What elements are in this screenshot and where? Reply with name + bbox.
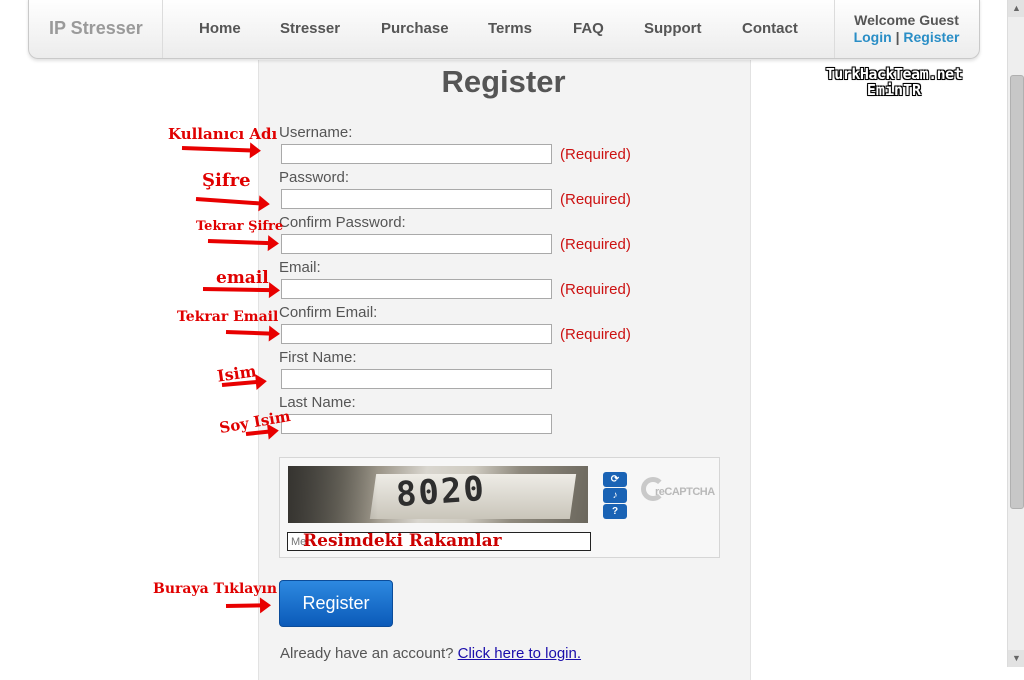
annotation-confirm-password: Tekrar Şifre	[196, 219, 284, 234]
page-title: Register	[441, 64, 566, 99]
already-account-text: Already have an account? Click here to l…	[280, 645, 581, 662]
nav-stresser[interactable]: Stresser	[280, 20, 340, 37]
required-indicator: (Required)	[560, 191, 631, 208]
required-indicator: (Required)	[560, 146, 631, 163]
last-name-label: Last Name:	[279, 394, 356, 411]
link-separator: |	[895, 29, 900, 45]
vertical-scrollbar[interactable]: ▲ ▼	[1007, 0, 1024, 667]
required-indicator: (Required)	[560, 281, 631, 298]
first-name-label: First Name:	[279, 349, 357, 366]
register-link[interactable]: Register	[903, 29, 959, 45]
scroll-thumb[interactable]	[1010, 75, 1024, 509]
already-account-label: Already have an account?	[280, 645, 454, 662]
confirm-email-label: Confirm Email:	[279, 304, 378, 321]
welcome-text: Welcome Guest	[854, 12, 959, 28]
annotation-arrow	[225, 330, 272, 336]
recaptcha-logo-text: reCAPTCHA	[655, 486, 715, 498]
captcha-digits: 8020	[394, 468, 488, 516]
brand-logo[interactable]: IP Stresser	[49, 18, 143, 39]
annotation-email: email	[216, 268, 269, 288]
login-here-link[interactable]: Click here to login.	[458, 645, 581, 662]
nav-terms[interactable]: Terms	[488, 20, 532, 37]
watermark-line-2: EminTR	[866, 81, 922, 99]
annotation-confirm-email: Tekrar Email	[177, 309, 279, 325]
password-label: Password:	[279, 169, 350, 186]
first-name-input[interactable]	[281, 369, 552, 389]
email-input[interactable]	[281, 279, 552, 299]
annotation-arrow	[202, 287, 272, 293]
navbar: IP Stresser Home Stresser Purchase Terms…	[28, 0, 980, 59]
required-indicator: (Required)	[560, 236, 631, 253]
login-link[interactable]: Login	[854, 29, 892, 45]
last-name-input[interactable]	[281, 414, 552, 434]
help-icon[interactable]: ?	[603, 504, 627, 519]
username-label: Username:	[279, 124, 353, 141]
confirm-password-input[interactable]	[281, 234, 552, 254]
nav-faq[interactable]: FAQ	[573, 20, 604, 37]
annotation-username: Kullanıcı Adı	[168, 125, 278, 143]
captcha-image: 8020	[288, 466, 588, 523]
recaptcha-logo: reCAPTCHA	[641, 476, 719, 514]
watermark-line-1: TurkHackTeam.net	[825, 65, 963, 83]
annotation-arrow	[181, 146, 253, 153]
captcha-shadow	[288, 466, 378, 523]
reload-icon[interactable]: ⟳	[603, 472, 627, 487]
password-input[interactable]	[281, 189, 552, 209]
scroll-up-arrow-icon[interactable]: ▲	[1008, 0, 1024, 17]
confirm-password-label: Confirm Password:	[279, 214, 406, 231]
annotation-password: Şifre	[202, 170, 251, 191]
scroll-down-arrow-icon[interactable]: ▼	[1008, 650, 1024, 667]
nav-divider	[162, 0, 163, 58]
nav-purchase[interactable]: Purchase	[381, 20, 449, 37]
nav-divider	[834, 0, 835, 58]
annotation-arrow	[207, 239, 271, 246]
nav-home[interactable]: Home	[199, 20, 241, 37]
register-button[interactable]: Register	[279, 580, 393, 627]
username-input[interactable]	[281, 144, 552, 164]
watermark: TurkHackTeam.net EminTR	[800, 66, 988, 98]
audio-icon[interactable]: ♪	[603, 488, 627, 503]
annotation-submit: Buraya Tıklayın	[153, 581, 277, 597]
nav-contact[interactable]: Contact	[742, 20, 798, 37]
required-indicator: (Required)	[560, 326, 631, 343]
email-label: Email:	[279, 259, 321, 276]
annotation-arrow	[195, 197, 261, 206]
account-links: Login | Register	[849, 29, 964, 45]
annotation-arrow	[225, 603, 263, 608]
annotation-captcha: Resimdeki Rakamlar	[303, 531, 502, 551]
confirm-email-input[interactable]	[281, 324, 552, 344]
nav-support[interactable]: Support	[644, 20, 702, 37]
